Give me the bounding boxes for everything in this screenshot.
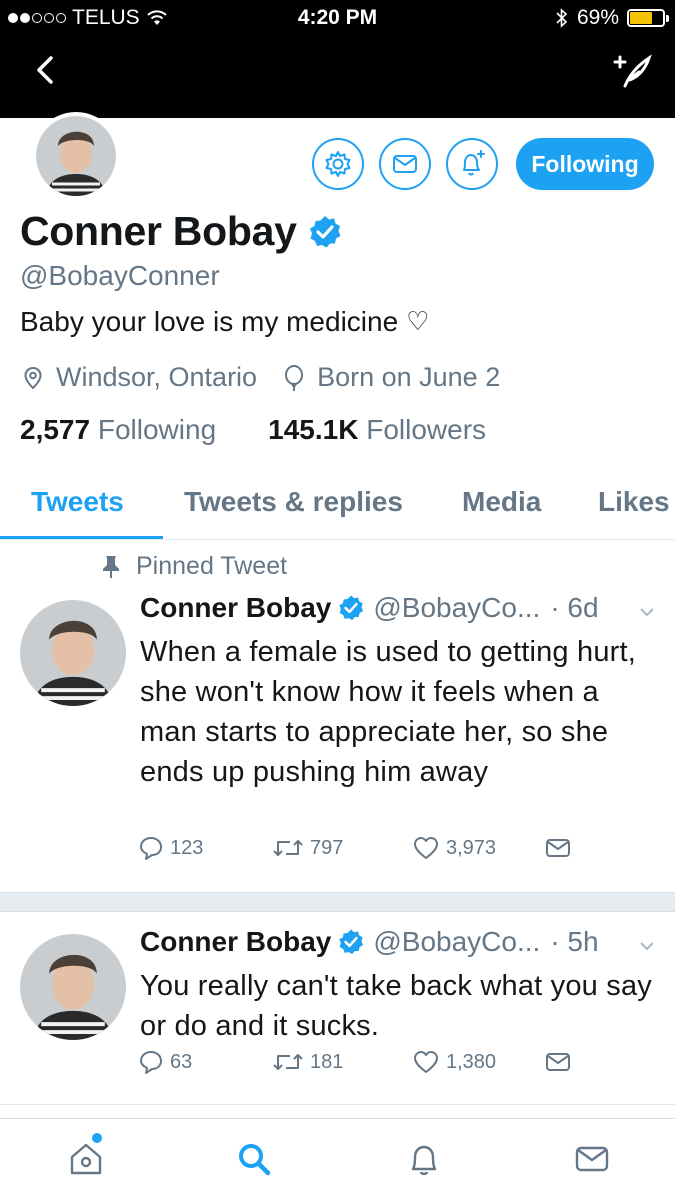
bio-text: Baby your love is my medicine bbox=[20, 306, 399, 337]
tweet-header: Conner Bobay @BobayCo... · 6d bbox=[140, 592, 599, 624]
home-icon[interactable] bbox=[66, 1139, 106, 1179]
reply-icon bbox=[140, 1051, 162, 1074]
reply-count: 123 bbox=[170, 836, 204, 859]
dm-share-button[interactable] bbox=[544, 835, 572, 861]
tab-media[interactable]: Media bbox=[462, 486, 541, 518]
profile-handle: @BobayConner bbox=[20, 260, 220, 291]
tweet-separator bbox=[0, 892, 675, 912]
list-end-divider bbox=[0, 1104, 675, 1118]
bottom-tab-bar bbox=[0, 1118, 675, 1200]
gear-icon bbox=[325, 151, 351, 177]
bio-heart: ♡ bbox=[406, 307, 430, 337]
dm-share-button[interactable] bbox=[544, 1049, 572, 1075]
profile-avatar[interactable] bbox=[32, 112, 120, 200]
like-count: 3,973 bbox=[446, 836, 497, 859]
envelope-icon bbox=[393, 155, 417, 173]
profile-bio: Baby your love is my medicine ♡ bbox=[20, 306, 429, 338]
chevron-left-icon bbox=[37, 56, 53, 84]
direct-message-button[interactable] bbox=[379, 138, 431, 190]
search-icon[interactable] bbox=[234, 1139, 274, 1179]
birthday-text: Born on June 2 bbox=[317, 362, 501, 392]
tweet-timestamp: · 6d bbox=[550, 592, 599, 623]
envelope-icon bbox=[546, 1053, 570, 1071]
follow-stats: 2,577 Following 145.1K Followers bbox=[20, 414, 486, 446]
profile-name-row: Conner Bobay bbox=[20, 208, 343, 255]
tweet-author-handle: @BobayCo... bbox=[373, 926, 541, 957]
status-bar: TELUS 4:20 PM 69% bbox=[0, 0, 675, 36]
active-tab-indicator bbox=[0, 536, 163, 539]
home-new-dot bbox=[92, 1133, 102, 1143]
notifications-toggle-button[interactable] bbox=[446, 138, 498, 190]
tweet-author-name[interactable]: Conner Bobay bbox=[140, 926, 331, 958]
compose-tweet-icon bbox=[613, 54, 652, 88]
like-button[interactable]: 3,973 bbox=[412, 835, 496, 861]
tweet-avatar[interactable] bbox=[20, 934, 126, 1040]
bluetooth-icon bbox=[556, 8, 568, 28]
retweet-count: 797 bbox=[310, 836, 344, 859]
reply-button[interactable]: 63 bbox=[138, 1049, 192, 1075]
reply-icon bbox=[140, 837, 162, 860]
following-button[interactable]: Following bbox=[516, 138, 654, 190]
tweet-author-handle: @BobayCo... bbox=[373, 592, 541, 623]
following-count: 2,577 bbox=[20, 414, 91, 445]
tweet-author-name[interactable]: Conner Bobay bbox=[140, 592, 331, 624]
heart-icon bbox=[414, 1051, 438, 1073]
profile-tabs: Tweets Tweets & replies Media Likes bbox=[0, 470, 675, 540]
location: Windsor, Ontario bbox=[20, 362, 257, 393]
settings-button[interactable] bbox=[312, 138, 364, 190]
tweet-header: Conner Bobay @BobayCo... · 5h bbox=[140, 926, 599, 958]
bell-icon[interactable] bbox=[404, 1139, 444, 1179]
like-button[interactable]: 1,380 bbox=[412, 1049, 496, 1075]
retweet-icon bbox=[273, 840, 303, 856]
tweet-text: When a female is used to getting hurt, s… bbox=[140, 636, 637, 788]
location-text: Windsor, Ontario bbox=[56, 362, 258, 392]
chevron-down-icon[interactable] bbox=[637, 602, 657, 622]
pinned-label: Pinned Tweet bbox=[100, 552, 287, 581]
reply-count: 63 bbox=[170, 1050, 193, 1073]
retweet-button[interactable]: 797 bbox=[272, 835, 343, 861]
battery-area: 69% bbox=[555, 6, 669, 30]
battery-percent: 69% bbox=[576, 6, 619, 29]
followers-count: 145.1K bbox=[268, 414, 359, 445]
followers-label: Followers bbox=[366, 414, 487, 445]
birthday: Born on June 2 bbox=[281, 362, 500, 393]
profile-name: Conner Bobay bbox=[20, 208, 297, 254]
tab-tweets-and-replies[interactable]: Tweets & replies bbox=[184, 486, 403, 518]
tweet-text: You really can't take back what you say … bbox=[140, 970, 653, 1042]
tweet-avatar[interactable] bbox=[20, 600, 126, 706]
tab-likes[interactable]: Likes bbox=[598, 486, 670, 518]
bell-plus-icon bbox=[463, 150, 485, 176]
followers-stat[interactable]: 145.1K Followers bbox=[268, 414, 486, 446]
retweet-button[interactable]: 181 bbox=[272, 1049, 343, 1075]
chevron-down-icon[interactable] bbox=[637, 936, 657, 956]
envelope-icon[interactable] bbox=[572, 1139, 612, 1179]
retweet-icon bbox=[273, 1054, 303, 1070]
pinned-text: Pinned Tweet bbox=[136, 552, 288, 580]
nav-bar bbox=[0, 36, 675, 118]
retweet-count: 181 bbox=[310, 1050, 344, 1073]
verified-badge-icon bbox=[309, 215, 341, 247]
following-stat[interactable]: 2,577 Following bbox=[20, 414, 216, 446]
balloon-icon bbox=[285, 364, 304, 391]
verified-badge-icon bbox=[339, 929, 364, 955]
reply-button[interactable]: 123 bbox=[138, 835, 203, 861]
tab-tweets[interactable]: Tweets bbox=[31, 486, 124, 518]
compose-tweet-button[interactable] bbox=[611, 48, 655, 92]
battery-icon bbox=[627, 9, 669, 27]
like-count: 1,380 bbox=[446, 1050, 497, 1073]
tweet-timestamp: · 5h bbox=[550, 926, 599, 957]
location-pin-icon bbox=[24, 366, 42, 389]
envelope-icon bbox=[546, 839, 570, 857]
heart-icon bbox=[414, 837, 438, 859]
verified-badge-icon bbox=[339, 595, 364, 621]
back-button[interactable] bbox=[26, 50, 66, 90]
following-label: Following bbox=[97, 414, 217, 445]
profile-meta: Windsor, Ontario Born on June 2 bbox=[20, 362, 524, 393]
pin-icon bbox=[103, 555, 119, 578]
